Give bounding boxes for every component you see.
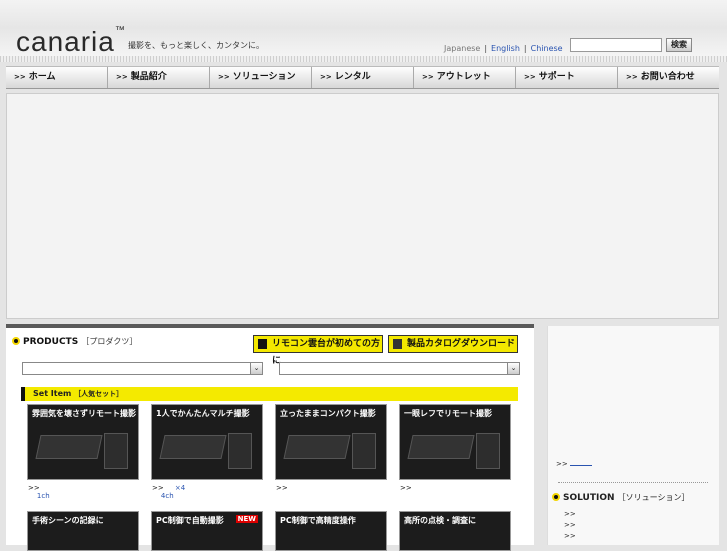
bullet-icon bbox=[12, 337, 20, 345]
document-icon bbox=[393, 339, 402, 349]
sidebar: >> SOLUTION ［ソリューション］ >> >> >> bbox=[547, 326, 719, 545]
nav-outlet[interactable]: >> アウトレット bbox=[414, 67, 516, 88]
bullet-icon bbox=[552, 493, 560, 501]
global-nav: >> ホーム >> 製品紹介 >> ソリューション >> レンタル >> アウトレット >… bbox=[6, 66, 719, 89]
card-link-1ch[interactable]: >> 1ch bbox=[28, 484, 50, 500]
nav-rental[interactable]: >> レンタル bbox=[312, 67, 414, 88]
product-image bbox=[228, 433, 252, 469]
product-image bbox=[104, 433, 128, 469]
canaria-logo[interactable]: canaria™ bbox=[16, 25, 126, 58]
sidebar-link[interactable]: >> bbox=[556, 460, 592, 468]
solution-heading: SOLUTION ［ソリューション］ bbox=[552, 492, 690, 503]
chevron-down-icon: ⌄ bbox=[250, 363, 262, 374]
product-image bbox=[352, 433, 376, 469]
category-select[interactable]: ⌄ bbox=[22, 362, 263, 375]
hero-banner bbox=[6, 93, 719, 319]
products-heading: PRODUCTS ［プロダクツ］ bbox=[12, 336, 137, 347]
product-select[interactable]: ⌄ bbox=[279, 362, 520, 375]
set-card-dslr[interactable]: 一眼レフでリモート撮影 bbox=[399, 404, 511, 480]
card-link[interactable]: >> bbox=[276, 484, 288, 492]
set-card-compact[interactable]: 立ったままコンパクト撮影 bbox=[275, 404, 387, 480]
card-link-4ch[interactable]: >> ×4 4ch bbox=[152, 484, 185, 500]
language-switcher: Japanese | English | Chinese bbox=[440, 44, 567, 53]
nav-contact[interactable]: >> お問い合わせ bbox=[618, 67, 719, 88]
product-image bbox=[159, 435, 227, 459]
header: canaria™ 撮影を、もっと楽しく、カンタンに。 Japanese | Engl… bbox=[0, 0, 727, 62]
solution-link[interactable]: >> bbox=[564, 521, 576, 529]
nav-solution[interactable]: >> ソリューション bbox=[210, 67, 312, 88]
search-button[interactable]: 検索 bbox=[666, 38, 692, 52]
set-card-pc-auto[interactable]: PC制御で自動撮影 NEW bbox=[151, 511, 263, 551]
tagline: 撮影を、もっと楽しく、カンタンに。 bbox=[128, 41, 264, 50]
solution-link[interactable]: >> bbox=[564, 532, 576, 540]
product-image bbox=[476, 433, 500, 469]
lang-chinese[interactable]: Chinese bbox=[527, 44, 567, 53]
products-panel: PRODUCTS ［プロダクツ］ リモコン雲台が初めての方に 製品カタログダウン… bbox=[6, 324, 534, 551]
set-card-multi[interactable]: 1人でかんたんマルチ撮影 bbox=[151, 404, 263, 480]
set-card-surgery[interactable]: 手術シーンの記録に bbox=[27, 511, 139, 551]
beginner-guide-button[interactable]: リモコン雲台が初めての方に bbox=[253, 335, 383, 366]
catalog-download-button[interactable]: 製品カタログダウンロード bbox=[388, 335, 518, 353]
search-input[interactable] bbox=[570, 38, 662, 52]
product-image bbox=[407, 435, 475, 459]
set-card-remote[interactable]: 雰囲気を壊さずリモート撮影 bbox=[27, 404, 139, 480]
product-image bbox=[283, 435, 351, 459]
nav-products[interactable]: >> 製品紹介 bbox=[108, 67, 210, 88]
header-stripe bbox=[0, 56, 727, 62]
nav-home[interactable]: >> ホーム bbox=[6, 67, 108, 88]
lang-english[interactable]: English bbox=[487, 44, 524, 53]
card-link[interactable]: >> bbox=[400, 484, 412, 492]
set-card-pc-precision[interactable]: PC制御で高精度操作 bbox=[275, 511, 387, 551]
new-badge: NEW bbox=[235, 515, 258, 523]
chevron-down-icon: ⌄ bbox=[507, 363, 519, 374]
product-image bbox=[35, 435, 103, 459]
nav-support[interactable]: >> サポート bbox=[516, 67, 618, 88]
set-card-inspection[interactable]: 高所の点検・調査に bbox=[399, 511, 511, 551]
lang-japanese[interactable]: Japanese bbox=[440, 44, 484, 53]
beginner-mark-icon bbox=[258, 339, 267, 349]
solution-link[interactable]: >> bbox=[564, 510, 576, 518]
divider bbox=[558, 482, 708, 483]
set-item-bar: Set Item ［人気セット］ bbox=[21, 387, 518, 401]
